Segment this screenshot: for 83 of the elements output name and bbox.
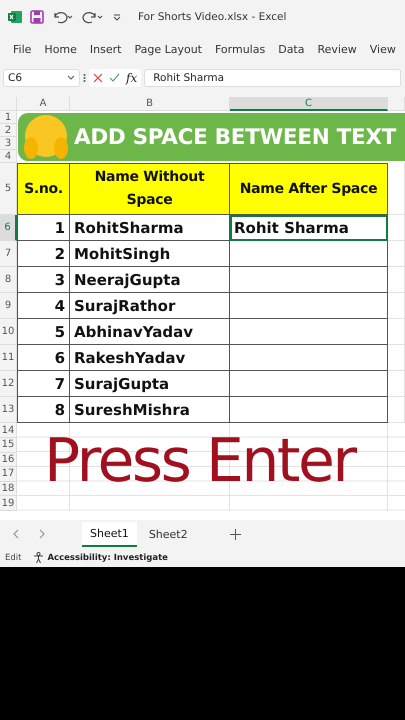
- row-header[interactable]: 4: [0, 150, 17, 164]
- row-header[interactable]: 19: [0, 496, 17, 511]
- more-icon[interactable]: [83, 73, 86, 84]
- row-header[interactable]: 16: [0, 452, 17, 468]
- ribbon-tab[interactable]: Data: [278, 43, 304, 56]
- row-header[interactable]: 1: [0, 111, 17, 124]
- table-cell: AbhinavYadav: [70, 319, 230, 346]
- row-header[interactable]: 15: [0, 438, 17, 453]
- undo-icon[interactable]: [52, 10, 74, 24]
- dropdown-icon[interactable]: [67, 75, 75, 82]
- ribbon-tab[interactable]: Page Layout: [134, 43, 202, 56]
- header-cell: Name After Space: [230, 163, 388, 216]
- ribbon-tab[interactable]: Insert: [90, 43, 122, 56]
- ribbon-tab[interactable]: Formulas: [215, 43, 266, 56]
- row-header[interactable]: 13: [0, 397, 17, 424]
- previous-sheet-icon[interactable]: [12, 529, 20, 540]
- add-sheet-icon[interactable]: [230, 528, 241, 540]
- row-header[interactable]: 14: [0, 423, 17, 438]
- table-cell: 5: [17, 319, 70, 346]
- banner-title: ADD SPACE BETWEEN TEXT: [74, 124, 396, 150]
- empty-cell[interactable]: [388, 241, 405, 268]
- table-cell: RohitSharma: [70, 215, 230, 242]
- overlay-caption: Press Enter: [44, 431, 355, 492]
- table-cell: 6: [17, 345, 70, 372]
- table-cell: 4: [17, 293, 70, 320]
- row-header[interactable]: 7: [0, 241, 17, 268]
- ribbon-tab[interactable]: Home: [44, 43, 77, 56]
- sheet-tab[interactable]: Sheet1: [82, 522, 137, 547]
- column-header[interactable]: B: [70, 97, 230, 112]
- empty-cell[interactable]: [388, 215, 405, 242]
- empty-cell[interactable]: [388, 267, 405, 294]
- selected-cell[interactable]: Rohit Sharma: [230, 215, 388, 242]
- table-cell: NeerajGupta: [70, 267, 230, 294]
- row-header[interactable]: 17: [0, 467, 17, 482]
- header-cell: S.no.: [17, 163, 70, 216]
- empty-cell[interactable]: [388, 345, 405, 372]
- ribbon-tab[interactable]: File: [13, 43, 32, 56]
- column-header[interactable]: C: [230, 97, 388, 112]
- table-cell: RakeshYadav: [70, 345, 230, 372]
- accessibility-status[interactable]: Accessibility: Investigate: [47, 552, 168, 563]
- check-icon[interactable]: [109, 73, 120, 84]
- row-header[interactable]: 9: [0, 293, 17, 320]
- empty-cell[interactable]: [388, 163, 405, 216]
- emoji-icon: [22, 113, 70, 162]
- insert-function-button[interactable]: fx: [126, 71, 138, 86]
- row-header[interactable]: 11: [0, 345, 17, 372]
- table-cell: SurajRathor: [70, 293, 230, 320]
- table-cell: MohitSingh: [70, 241, 230, 268]
- row-header[interactable]: 3: [0, 137, 17, 150]
- empty-cell[interactable]: [388, 397, 405, 424]
- cancel-icon[interactable]: [93, 73, 103, 84]
- sheet-tab[interactable]: Sheet2: [140, 522, 196, 546]
- table-cell: 8: [17, 397, 70, 424]
- formula-field[interactable]: Rohit Sharma: [144, 69, 401, 88]
- empty-cell[interactable]: [388, 319, 405, 346]
- ribbon-tab[interactable]: View: [370, 43, 396, 56]
- status-mode: Edit: [5, 552, 22, 563]
- row-header[interactable]: 18: [0, 482, 17, 496]
- table-cell: SureshMishra: [70, 397, 230, 424]
- next-sheet-icon[interactable]: [38, 529, 46, 540]
- table-cell: SurajGupta: [70, 371, 230, 398]
- save-icon[interactable]: [30, 10, 44, 24]
- name-box[interactable]: C6: [3, 69, 80, 88]
- column-header[interactable]: A: [17, 97, 70, 112]
- row-header[interactable]: 12: [0, 371, 17, 398]
- empty-cell[interactable]: [388, 293, 405, 320]
- accessibility-icon[interactable]: [33, 552, 44, 564]
- table-cell: 7: [17, 371, 70, 398]
- row-header[interactable]: 5: [0, 163, 17, 216]
- row-header[interactable]: 2: [0, 124, 17, 138]
- table-cell: 2: [17, 241, 70, 268]
- empty-cell[interactable]: [388, 371, 405, 398]
- row-header[interactable]: 10: [0, 319, 17, 346]
- ribbon-tab[interactable]: Review: [317, 43, 357, 56]
- table-cell: 3: [17, 267, 70, 294]
- row-header[interactable]: 6: [0, 215, 17, 242]
- window-title: For Shorts Video.xlsx - Excel: [138, 10, 286, 23]
- header-cell: Name Without Space: [70, 163, 230, 216]
- excel-logo-icon[interactable]: [8, 10, 22, 24]
- row-header[interactable]: 8: [0, 267, 17, 294]
- redo-icon[interactable]: [82, 10, 104, 24]
- table-cell: 1: [17, 215, 70, 242]
- customize-icon[interactable]: [112, 12, 122, 22]
